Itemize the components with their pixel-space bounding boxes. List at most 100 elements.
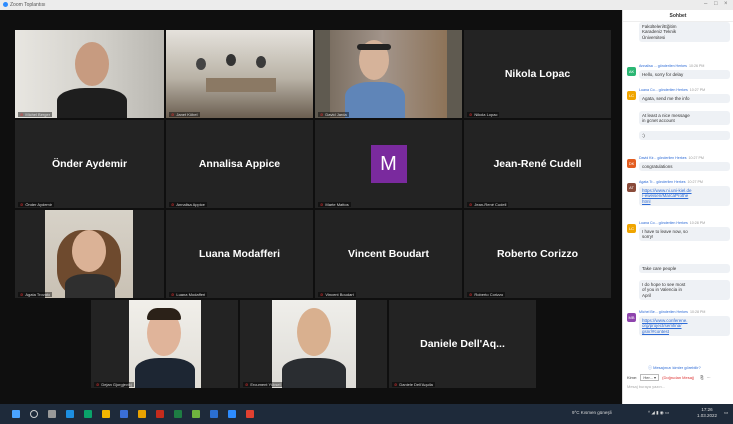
participant-name-label: ⊘ Janet Köbel — [169, 112, 200, 117]
mic-muted-icon: ⊘ — [320, 292, 324, 297]
message-text: Take care people — [639, 264, 730, 273]
participant-name-label: ⊘ Luana Modafferi — [169, 292, 208, 297]
headset — [357, 44, 391, 50]
participant-display-name: Vincent Boudart — [348, 248, 429, 260]
message-link[interactable]: https://www.ni.uni-kiel.de/-eweisen/Marc… — [639, 186, 730, 206]
participant-tile-p8[interactable]: Jean-René Cudell ⊘ Jean-René Cudell — [464, 120, 611, 208]
mic-muted-icon: ⊘ — [20, 112, 24, 117]
chrome-icon[interactable] — [138, 410, 146, 418]
mic-muted-icon: ⊘ — [320, 112, 324, 117]
sender-avatar: AK — [627, 67, 636, 76]
person-head — [226, 54, 236, 66]
recipient-select[interactable]: Her... ▾ — [640, 374, 660, 381]
edge-icon[interactable] — [84, 410, 92, 418]
participant-name-label: ⊘ Dejan Gjorgjevikj — [94, 382, 134, 387]
message-meta: Agata Tr... gönderilen Herkes 10:27 PM — [639, 180, 703, 184]
mic-muted-icon: ⊘ — [320, 202, 324, 207]
mic-muted-icon: ⊘ — [394, 382, 398, 387]
more-icon[interactable]: ··· — [707, 375, 711, 380]
participant-video — [166, 30, 313, 118]
participant-name-label: ⊘ Marte Mattos — [318, 202, 351, 207]
participant-name-label: ⊘ Nikola Lopac — [467, 112, 500, 117]
app-icon[interactable] — [66, 410, 74, 418]
app-icon[interactable] — [192, 410, 200, 418]
zoom-icon[interactable] — [228, 410, 236, 418]
windows-start-icon[interactable] — [12, 410, 20, 418]
message-meta: Michel Be... gönderilen Herkes 10:28 PM — [639, 310, 706, 314]
task-view-icon[interactable] — [48, 410, 56, 418]
participant-tile-p14[interactable]: ⊘ Ercument Yüksel — [240, 300, 387, 388]
participant-tile-p1[interactable]: ⊘ Michel Berger — [15, 30, 164, 118]
participant-display-name: Luana Modafferi — [198, 248, 281, 260]
person-silhouette — [345, 82, 405, 118]
person-face — [297, 308, 331, 356]
person-face — [75, 42, 109, 86]
weather-status[interactable]: 9°C Kısmen güneşli — [572, 410, 612, 415]
mic-muted-icon: ⊘ — [469, 202, 473, 207]
zoom-window: Zoom Toplantısı – □ × ⊘ Michel Berger ⊘ Ja… — [0, 0, 733, 424]
participant-name-label: ⊘ Önder Aydemir — [18, 202, 54, 207]
sender-avatar: MB — [627, 313, 636, 322]
person-head — [196, 58, 206, 70]
participant-name-label: ⊘ Vincent Boudart — [318, 292, 356, 297]
message-text: I have to leave now, so sorry! — [639, 227, 730, 241]
person-silhouette — [282, 358, 346, 388]
participant-tile-p15[interactable]: Daniele Dell'Aq... ⊘ Daniele Dell'Aquila — [389, 300, 536, 388]
participant-display-name: Daniele Dell'Aq... — [420, 338, 505, 350]
mic-muted-icon: ⊘ — [171, 292, 175, 297]
file-icon[interactable]: ⎘ — [700, 375, 703, 380]
person-face — [72, 230, 106, 272]
participant-tile-p9[interactable]: ⊘ Agata Trovato — [15, 210, 164, 298]
excel-icon[interactable] — [174, 410, 182, 418]
mic-muted-icon: ⊘ — [96, 382, 100, 387]
system-tray-icons[interactable]: ^ ◢ ▮ ◉ ▭ — [648, 410, 669, 416]
participant-tile-p6[interactable]: Annalisa Appice ⊘ Annalisa Appice — [166, 120, 313, 208]
notifications-icon[interactable]: ▭ — [724, 410, 728, 416]
send-to-label: Kime: — [627, 375, 638, 380]
meeting-table — [206, 78, 276, 92]
participant-name-label: ⊘ Ercument Yüksel — [243, 382, 283, 387]
participant-tile-p12[interactable]: Roberto Corizzo ⊘ Roberto Corizzo — [464, 210, 611, 298]
participant-tile-p4[interactable]: Nikola Lopac ⊘ Nikola Lopac — [464, 30, 611, 118]
chat-input[interactable]: Mesaj buraya yazın... — [627, 384, 729, 400]
message-link[interactable]: https://www.conferene. org/project/semfin… — [639, 316, 730, 336]
message-text: I do hope to see most of you in Valencia … — [639, 280, 730, 300]
who-can-see-link[interactable]: ⓘ Mesajınızı kimler görebilir? — [648, 365, 701, 371]
participant-tile-p5[interactable]: Önder Aydemir ⊘ Önder Aydemir — [15, 120, 164, 208]
participant-name-label: ⊘ David Jarda — [318, 112, 349, 117]
sender-avatar: LC — [627, 224, 636, 233]
message-text: Fakülteleri/Eğitim Karadeniz Teknik Üniver… — [639, 22, 730, 42]
participant-tile-p7[interactable]: M ⊘ Marte Mattos — [315, 120, 462, 208]
minimize-icon[interactable]: – — [704, 1, 707, 7]
send-to-row: Kime: Her... ▾ (Doğrudan Mesaj) ⎘ ··· — [627, 374, 711, 381]
participant-tile-p13[interactable]: ⊘ Dejan Gjorgjevikj — [91, 300, 238, 388]
mic-muted-icon: ⊘ — [171, 112, 175, 117]
participant-name-label: ⊘ Jean-René Cudell — [467, 202, 509, 207]
file-explorer-icon[interactable] — [102, 410, 110, 418]
mic-muted-icon: ⊘ — [245, 382, 249, 387]
participant-tile-p10[interactable]: Luana Modafferi ⊘ Luana Modafferi — [166, 210, 313, 298]
participant-display-name: Nikola Lopac — [504, 68, 571, 80]
app-icon[interactable] — [120, 410, 128, 418]
message-text: Agata, send me the info — [639, 94, 730, 103]
search-icon[interactable] — [30, 410, 38, 418]
maximize-icon[interactable]: □ — [714, 1, 718, 7]
participant-tile-p2[interactable]: ⊘ Janet Köbel — [166, 30, 313, 118]
participant-tile-p3[interactable]: ⊘ David Jarda — [315, 30, 462, 118]
message-meta: Luana Co... gönderilen Herkes 10:27 PM — [639, 88, 706, 92]
app-icon[interactable] — [156, 410, 164, 418]
direct-message-label: (Doğrudan Mesaj) — [662, 375, 695, 380]
person-head — [256, 56, 266, 68]
message-meta: Annalisa ... gönderilen Herkes 10:26 PM — [639, 64, 705, 68]
participant-tile-p11[interactable]: Vincent Boudart ⊘ Vincent Boudart — [315, 210, 462, 298]
close-icon[interactable]: × — [724, 1, 728, 7]
video-gallery: ⊘ Michel Berger ⊘ Janet Köbel ⊘ David Jarda… — [0, 10, 622, 404]
app-icon[interactable] — [246, 410, 254, 418]
participant-avatar: M — [370, 145, 407, 183]
clock[interactable]: 17:26 1.03.2022 — [697, 407, 717, 419]
message-text: Hello, sorry for delay — [639, 70, 730, 79]
chat-header: Sohbet — [623, 10, 733, 22]
word-icon[interactable] — [210, 410, 218, 418]
person-silhouette — [135, 358, 195, 388]
message-text: :) — [639, 131, 730, 140]
